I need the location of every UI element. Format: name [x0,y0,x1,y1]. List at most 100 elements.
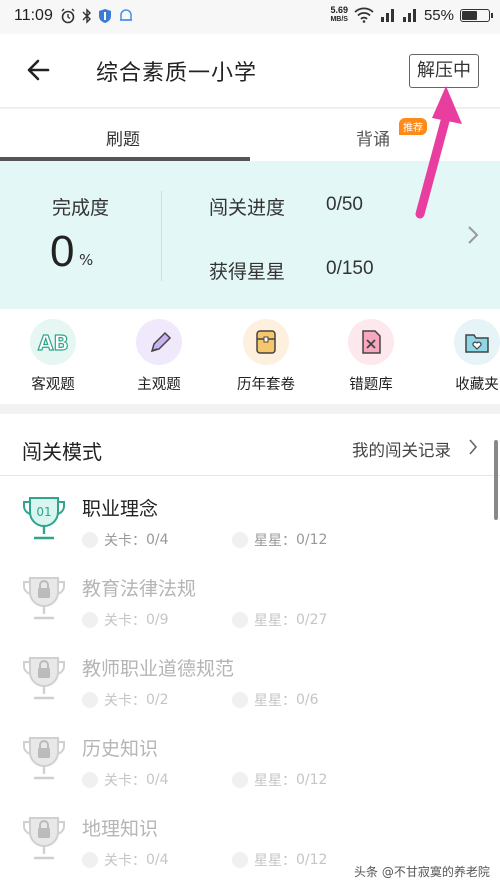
wrong-doc-icon [348,319,394,365]
stars-value: 0/150 [326,258,374,279]
network-speed: 5.69 MB/S [330,6,348,24]
quick-actions: AB 客观题 主观题 历年套卷 错题库 收藏夹 [0,309,500,404]
quick-item-favorites[interactable]: 收藏夹 [432,319,500,394]
stage-value: 0/4 [146,772,169,788]
watermark: 头条 @不甘寂寞的养老院 [350,862,494,881]
page-title: 综合素质一小学 [96,61,258,86]
level-name: 教育法律法规 [82,578,197,600]
stage-label: 关卡： [104,773,146,789]
svg-text:AB: AB [38,331,69,355]
quick-label: 客观题 [31,377,75,393]
quick-item-subjective[interactable]: 主观题 [114,319,204,394]
flag-icon [82,532,98,548]
section-title: 闯关模式 [22,440,102,464]
star-label: 星星： [254,533,296,549]
star-value: 0/12 [296,852,328,868]
level-name: 教师职业道德规范 [82,658,235,680]
level-stage-stat: 关卡： 0/2 [82,690,169,710]
quick-label: 错题库 [349,377,393,393]
level-stage-stat: 关卡： 0/4 [82,770,169,790]
signal-icon [380,9,394,22]
quick-item-wrong-questions[interactable]: 错题库 [326,319,416,394]
level-star-stat: 星星： 0/12 [232,530,327,550]
status-bar: 11:09 5.69 MB/S 55% [0,0,500,34]
level-stage-stat: 关卡： 0/4 [82,530,169,550]
star-value: 0/6 [296,692,319,708]
stage-value: 0/2 [146,692,169,708]
ab-icon: AB [30,319,76,365]
level-star-stat: 星星： 0/12 [232,850,327,870]
stage-label: 关卡： [104,613,146,629]
star-label: 星星： [254,853,296,869]
heart-folder-icon [454,319,500,365]
pencil-icon [136,319,182,365]
chevron-right-icon [468,226,479,244]
star-value: 0/12 [296,772,328,788]
star-value: 0/12 [296,532,328,548]
section-divider [0,475,500,476]
signal-4g-icon [402,9,416,22]
app-notification-icon [120,9,132,21]
network-speed-value: 5.69 [330,5,348,15]
stage-value: 0/9 [146,612,169,628]
chevron-right-icon [469,439,478,455]
level-item[interactable]: 教育法律法规 关卡： 0/9 星星： 0/27 [0,564,500,644]
star-icon [232,772,248,788]
envelope-icon [243,319,289,365]
level-item[interactable]: 历史知识 关卡： 0/4 星星： 0/12 [0,724,500,804]
completion-value: 0 [50,227,75,276]
tab-recite[interactable]: 背诵 [356,125,390,150]
status-icons-left [60,8,134,24]
star-label: 星星： [254,693,296,709]
level-item[interactable]: 01 职业理念 关卡： 0/4 星星： 0/12 [0,484,500,564]
tab-practice[interactable]: 刷题 [106,125,140,150]
completion-label: 完成度 [52,197,110,219]
level-name: 历史知识 [82,738,159,760]
battery-percent: 55% [423,6,454,24]
progress-panel[interactable]: 完成度 0 % 闯关进度 0/50 获得星星 0/150 [0,161,500,309]
flag-icon [82,612,98,628]
level-name: 地理知识 [82,818,159,840]
tab-bar: 刷题 背诵 [0,109,500,161]
completion-unit: % [79,251,94,269]
level-stage-stat: 关卡： 0/4 [82,850,169,870]
progress-divider [161,191,162,281]
star-icon [232,612,248,628]
level-item[interactable]: 教师职业道德规范 关卡： 0/2 星星： 0/6 [0,644,500,724]
level-number: 01 [36,505,51,519]
trophy-icon: 01 [22,497,66,540]
quick-item-past-papers[interactable]: 历年套卷 [221,319,311,394]
stage-label: 关卡： [104,533,146,549]
level-star-stat: 星星： 0/27 [232,610,327,630]
stage-value: 0/4 [146,852,169,868]
level-name: 职业理念 [82,498,159,520]
level-stage-stat: 关卡： 0/9 [82,610,169,630]
shield-icon [99,9,111,23]
level-progress-value: 0/50 [326,194,363,215]
quick-label: 收藏夹 [455,377,499,393]
quick-item-objective[interactable]: AB 客观题 [8,319,98,394]
star-label: 星星： [254,613,296,629]
star-label: 星星： [254,773,296,789]
alarm-icon [61,8,75,24]
recommend-badge: 推荐 [399,118,427,135]
stars-label: 获得星星 [209,261,286,283]
level-progress-label: 闯关进度 [209,197,286,219]
status-time: 11:09 [14,7,53,24]
challenge-mode-section: 闯关模式 我的闯关记录 01 职业理念 关卡： 0/4 星星： 0/12 教育法律法… [0,414,500,889]
quick-label: 历年套卷 [237,377,295,393]
star-icon [232,852,248,868]
challenge-record-link[interactable]: 我的闯关记录 [352,437,451,461]
status-icons-right: 5.69 MB/S 55% [330,6,493,24]
level-star-stat: 星星： 0/6 [232,690,319,710]
star-value: 0/27 [296,612,328,628]
star-icon [232,532,248,548]
unzip-status-button[interactable]: 解压中 [409,54,479,88]
locked-trophy-icon [22,737,66,780]
star-icon [232,692,248,708]
flag-icon [82,692,98,708]
stage-label: 关卡： [104,693,146,709]
stage-label: 关卡： [104,853,146,869]
back-arrow-icon[interactable] [24,56,52,84]
scrollbar-thumb[interactable] [494,440,498,520]
